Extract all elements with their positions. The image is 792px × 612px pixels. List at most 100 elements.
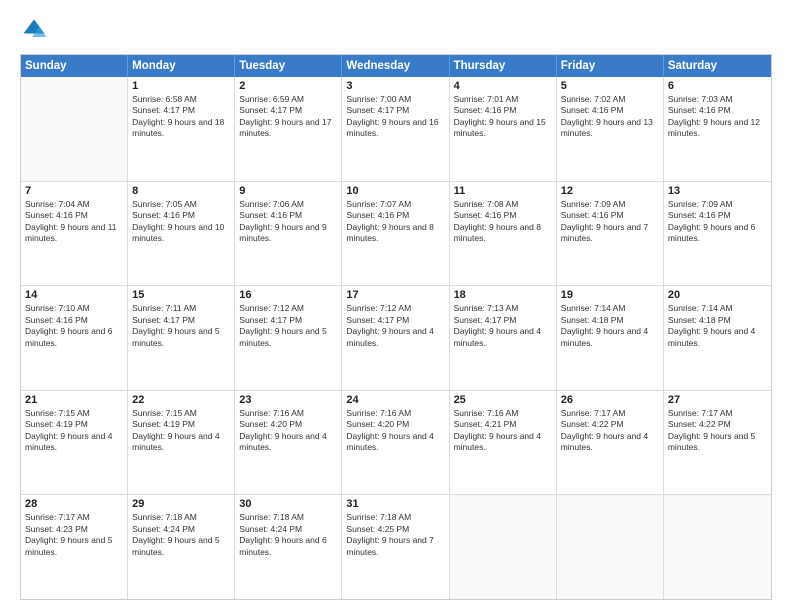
logo [20, 16, 52, 44]
calendar-cell-25: 25 Sunrise: 7:16 AM Sunset: 4:21 PM Dayli… [450, 391, 557, 495]
calendar-week-4: 21 Sunrise: 7:15 AM Sunset: 4:19 PM Dayli… [21, 391, 771, 496]
calendar-header-tuesday: Tuesday [235, 55, 342, 77]
calendar-week-1: 1Sunrise: 6:58 AM Sunset: 4:17 PM Daylig… [21, 77, 771, 182]
calendar-cell-6: 6 Sunrise: 7:03 AM Sunset: 4:16 PM Daylig… [664, 77, 771, 181]
day-detail: Sunrise: 7:17 AM Sunset: 4:23 PM Dayligh… [25, 512, 123, 558]
calendar-cell-23: 23 Sunrise: 7:16 AM Sunset: 4:20 PM Dayli… [235, 391, 342, 495]
day-detail: Sunrise: 7:15 AM Sunset: 4:19 PM Dayligh… [25, 408, 123, 454]
day-number: 30 [239, 498, 337, 510]
day-number: 26 [561, 394, 659, 406]
day-number: 12 [561, 185, 659, 197]
calendar-header-saturday: Saturday [664, 55, 771, 77]
day-number: 2 [239, 80, 337, 92]
day-detail: Sunrise: 7:09 AM Sunset: 4:16 PM Dayligh… [561, 199, 659, 245]
calendar-cell-10: 10 Sunrise: 7:07 AM Sunset: 4:16 PM Dayli… [342, 182, 449, 286]
day-detail: Sunrise: 7:16 AM Sunset: 4:20 PM Dayligh… [239, 408, 337, 454]
day-number: 9 [239, 185, 337, 197]
day-detail: Sunrise: 6:58 AM Sunset: 4:17 PM Dayligh… [132, 94, 230, 140]
day-detail: Sunrise: 7:18 AM Sunset: 4:25 PM Dayligh… [346, 512, 444, 558]
day-number: 19 [561, 289, 659, 301]
calendar-cell-7: 7 Sunrise: 7:04 AM Sunset: 4:16 PM Daylig… [21, 182, 128, 286]
calendar-cell-14: 14 Sunrise: 7:10 AM Sunset: 4:16 PM Dayli… [21, 286, 128, 390]
calendar-cell-26: 26 Sunrise: 7:17 AM Sunset: 4:22 PM Dayli… [557, 391, 664, 495]
day-number: 14 [25, 289, 123, 301]
day-detail: Sunrise: 7:10 AM Sunset: 4:16 PM Dayligh… [25, 303, 123, 349]
calendar-body: 1Sunrise: 6:58 AM Sunset: 4:17 PM Daylig… [21, 77, 771, 599]
day-detail: Sunrise: 7:11 AM Sunset: 4:17 PM Dayligh… [132, 303, 230, 349]
day-detail: Sunrise: 7:00 AM Sunset: 4:17 PM Dayligh… [346, 94, 444, 140]
calendar-cell-18: 18 Sunrise: 7:13 AM Sunset: 4:17 PM Dayli… [450, 286, 557, 390]
calendar-header-row: SundayMondayTuesdayWednesdayThursdayFrid… [21, 55, 771, 77]
calendar: SundayMondayTuesdayWednesdayThursdayFrid… [20, 54, 772, 600]
day-number: 24 [346, 394, 444, 406]
day-number: 29 [132, 498, 230, 510]
day-number: 23 [239, 394, 337, 406]
calendar-cell-empty-44 [450, 495, 557, 599]
day-detail: Sunrise: 7:13 AM Sunset: 4:17 PM Dayligh… [454, 303, 552, 349]
day-detail: Sunrise: 7:03 AM Sunset: 4:16 PM Dayligh… [668, 94, 767, 140]
day-detail: Sunrise: 7:16 AM Sunset: 4:21 PM Dayligh… [454, 408, 552, 454]
day-detail: Sunrise: 7:14 AM Sunset: 4:18 PM Dayligh… [668, 303, 767, 349]
calendar-cell-27: 27 Sunrise: 7:17 AM Sunset: 4:22 PM Dayli… [664, 391, 771, 495]
calendar-cell-30: 30Sunrise: 7:18 AM Sunset: 4:24 PM Dayli… [235, 495, 342, 599]
day-number: 22 [132, 394, 230, 406]
day-detail: Sunrise: 7:06 AM Sunset: 4:16 PM Dayligh… [239, 199, 337, 245]
day-detail: Sunrise: 7:05 AM Sunset: 4:16 PM Dayligh… [132, 199, 230, 245]
day-number: 21 [25, 394, 123, 406]
calendar-cell-21: 21 Sunrise: 7:15 AM Sunset: 4:19 PM Dayli… [21, 391, 128, 495]
day-number: 11 [454, 185, 552, 197]
calendar-week-2: 7 Sunrise: 7:04 AM Sunset: 4:16 PM Daylig… [21, 182, 771, 287]
calendar-header-sunday: Sunday [21, 55, 128, 77]
calendar-cell-15: 15 Sunrise: 7:11 AM Sunset: 4:17 PM Dayli… [128, 286, 235, 390]
day-number: 17 [346, 289, 444, 301]
calendar-cell-3: 3 Sunrise: 7:00 AM Sunset: 4:17 PM Daylig… [342, 77, 449, 181]
day-detail: Sunrise: 7:07 AM Sunset: 4:16 PM Dayligh… [346, 199, 444, 245]
calendar-cell-4: 4 Sunrise: 7:01 AM Sunset: 4:16 PM Daylig… [450, 77, 557, 181]
day-number: 16 [239, 289, 337, 301]
calendar-cell-11: 11 Sunrise: 7:08 AM Sunset: 4:16 PM Dayli… [450, 182, 557, 286]
day-detail: Sunrise: 7:08 AM Sunset: 4:16 PM Dayligh… [454, 199, 552, 245]
calendar-cell-31: 31Sunrise: 7:18 AM Sunset: 4:25 PM Dayli… [342, 495, 449, 599]
day-detail: Sunrise: 7:15 AM Sunset: 4:19 PM Dayligh… [132, 408, 230, 454]
day-detail: Sunrise: 6:59 AM Sunset: 4:17 PM Dayligh… [239, 94, 337, 140]
calendar-cell-1: 1Sunrise: 6:58 AM Sunset: 4:17 PM Daylig… [128, 77, 235, 181]
day-number: 4 [454, 80, 552, 92]
day-number: 28 [25, 498, 123, 510]
calendar-cell-19: 19Sunrise: 7:14 AM Sunset: 4:18 PM Dayli… [557, 286, 664, 390]
day-detail: Sunrise: 7:12 AM Sunset: 4:17 PM Dayligh… [346, 303, 444, 349]
calendar-cell-17: 17 Sunrise: 7:12 AM Sunset: 4:17 PM Dayli… [342, 286, 449, 390]
calendar-header-thursday: Thursday [450, 55, 557, 77]
day-detail: Sunrise: 7:17 AM Sunset: 4:22 PM Dayligh… [668, 408, 767, 454]
calendar-week-3: 14 Sunrise: 7:10 AM Sunset: 4:16 PM Dayli… [21, 286, 771, 391]
day-detail: Sunrise: 7:17 AM Sunset: 4:22 PM Dayligh… [561, 408, 659, 454]
calendar-cell-20: 20 Sunrise: 7:14 AM Sunset: 4:18 PM Dayli… [664, 286, 771, 390]
calendar-cell-empty-00 [21, 77, 128, 181]
day-number: 6 [668, 80, 767, 92]
calendar-cell-13: 13 Sunrise: 7:09 AM Sunset: 4:16 PM Dayli… [664, 182, 771, 286]
day-number: 15 [132, 289, 230, 301]
day-number: 13 [668, 185, 767, 197]
day-number: 7 [25, 185, 123, 197]
day-detail: Sunrise: 7:04 AM Sunset: 4:16 PM Dayligh… [25, 199, 123, 245]
day-detail: Sunrise: 7:16 AM Sunset: 4:20 PM Dayligh… [346, 408, 444, 454]
day-detail: Sunrise: 7:09 AM Sunset: 4:16 PM Dayligh… [668, 199, 767, 245]
day-number: 3 [346, 80, 444, 92]
day-detail: Sunrise: 7:12 AM Sunset: 4:17 PM Dayligh… [239, 303, 337, 349]
day-number: 10 [346, 185, 444, 197]
calendar-week-5: 28 Sunrise: 7:17 AM Sunset: 4:23 PM Dayli… [21, 495, 771, 599]
day-detail: Sunrise: 7:18 AM Sunset: 4:24 PM Dayligh… [132, 512, 230, 558]
day-number: 20 [668, 289, 767, 301]
calendar-cell-29: 29 Sunrise: 7:18 AM Sunset: 4:24 PM Dayli… [128, 495, 235, 599]
logo-icon [20, 16, 48, 44]
calendar-header-monday: Monday [128, 55, 235, 77]
calendar-cell-12: 12 Sunrise: 7:09 AM Sunset: 4:16 PM Dayli… [557, 182, 664, 286]
day-number: 25 [454, 394, 552, 406]
page: SundayMondayTuesdayWednesdayThursdayFrid… [0, 0, 792, 612]
day-detail: Sunrise: 7:01 AM Sunset: 4:16 PM Dayligh… [454, 94, 552, 140]
day-number: 27 [668, 394, 767, 406]
calendar-cell-9: 9 Sunrise: 7:06 AM Sunset: 4:16 PM Daylig… [235, 182, 342, 286]
calendar-cell-24: 24 Sunrise: 7:16 AM Sunset: 4:20 PM Dayli… [342, 391, 449, 495]
day-number: 8 [132, 185, 230, 197]
day-number: 18 [454, 289, 552, 301]
calendar-cell-empty-46 [664, 495, 771, 599]
